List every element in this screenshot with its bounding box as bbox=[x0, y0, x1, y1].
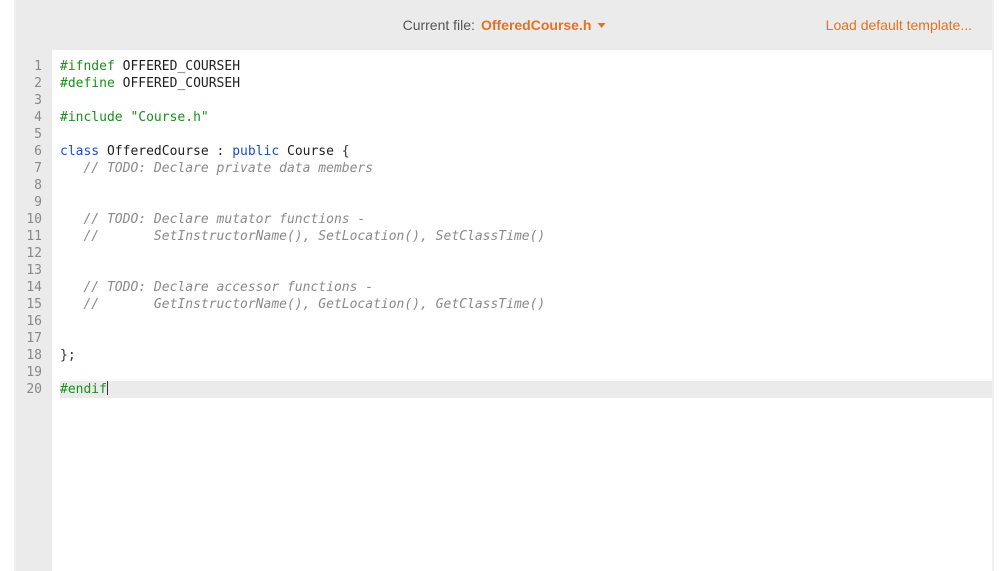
code-line[interactable] bbox=[60, 92, 992, 109]
line-number: 1 bbox=[16, 58, 46, 75]
line-number: 11 bbox=[16, 228, 46, 245]
line-number: 7 bbox=[16, 160, 46, 177]
line-number: 8 bbox=[16, 177, 46, 194]
code-line[interactable]: }; bbox=[60, 347, 992, 364]
code-line[interactable] bbox=[60, 364, 992, 381]
code-line[interactable] bbox=[60, 330, 992, 347]
editor-panel: Current file: OfferedCourse.h Load defau… bbox=[14, 0, 994, 571]
file-dropdown-name: OfferedCourse.h bbox=[481, 17, 591, 33]
code-line[interactable]: #endif bbox=[60, 381, 992, 398]
line-number: 13 bbox=[16, 262, 46, 279]
line-number: 12 bbox=[16, 245, 46, 262]
current-file-indicator: Current file: OfferedCourse.h bbox=[403, 17, 606, 33]
line-number: 9 bbox=[16, 194, 46, 211]
line-number: 20 bbox=[16, 381, 46, 398]
load-default-template-link[interactable]: Load default template... bbox=[826, 17, 972, 33]
code-line[interactable]: // SetInstructorName(), SetLocation(), S… bbox=[60, 228, 992, 245]
line-number-gutter: 1234567891011121314151617181920 bbox=[16, 50, 52, 571]
code-area[interactable]: #ifndef OFFERED_COURSEH#define OFFERED_C… bbox=[52, 50, 992, 571]
text-cursor bbox=[107, 381, 108, 395]
app-shell: Current file: OfferedCourse.h Load defau… bbox=[0, 0, 1008, 571]
file-dropdown[interactable]: OfferedCourse.h bbox=[481, 17, 605, 33]
line-number: 10 bbox=[16, 211, 46, 228]
code-line[interactable]: #ifndef OFFERED_COURSEH bbox=[60, 58, 992, 75]
current-file-label: Current file: bbox=[403, 17, 475, 33]
code-line[interactable] bbox=[60, 245, 992, 262]
code-line[interactable]: // TODO: Declare mutator functions - bbox=[60, 211, 992, 228]
line-number: 17 bbox=[16, 330, 46, 347]
editor-header: Current file: OfferedCourse.h Load defau… bbox=[16, 0, 992, 50]
line-number: 15 bbox=[16, 296, 46, 313]
code-line[interactable]: #define OFFERED_COURSEH bbox=[60, 75, 992, 92]
code-line[interactable]: #include "Course.h" bbox=[60, 109, 992, 126]
code-line[interactable]: // TODO: Declare accessor functions - bbox=[60, 279, 992, 296]
line-number: 16 bbox=[16, 313, 46, 330]
code-line[interactable] bbox=[60, 177, 992, 194]
line-number: 5 bbox=[16, 126, 46, 143]
code-line[interactable] bbox=[60, 262, 992, 279]
code-line[interactable]: class OfferedCourse : public Course { bbox=[60, 143, 992, 160]
line-number: 3 bbox=[16, 92, 46, 109]
chevron-down-icon bbox=[597, 23, 605, 28]
code-line[interactable] bbox=[60, 313, 992, 330]
code-line[interactable]: // GetInstructorName(), GetLocation(), G… bbox=[60, 296, 992, 313]
code-editor[interactable]: 1234567891011121314151617181920 #ifndef … bbox=[16, 50, 992, 571]
line-number: 4 bbox=[16, 109, 46, 126]
code-line[interactable] bbox=[60, 126, 992, 143]
line-number: 18 bbox=[16, 347, 46, 364]
line-number: 19 bbox=[16, 364, 46, 381]
line-number: 6 bbox=[16, 143, 46, 160]
line-number: 14 bbox=[16, 279, 46, 296]
code-line[interactable]: // TODO: Declare private data members bbox=[60, 160, 992, 177]
code-line[interactable] bbox=[60, 194, 992, 211]
line-number: 2 bbox=[16, 75, 46, 92]
